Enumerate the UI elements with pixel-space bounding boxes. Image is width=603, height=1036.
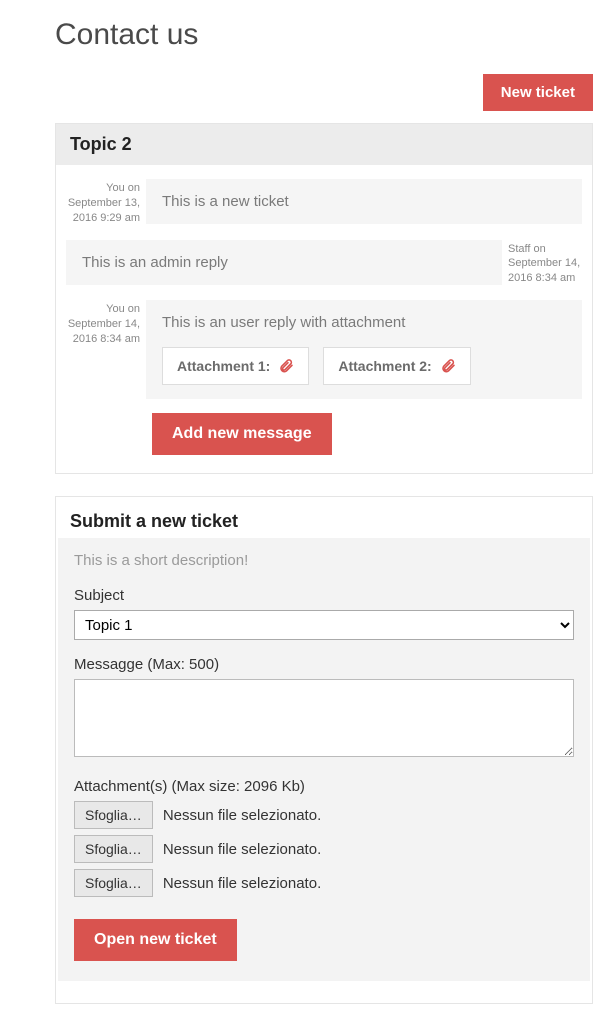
open-ticket-button[interactable]: Open new ticket	[74, 919, 237, 961]
message-row: This is an admin reply Staff on Septembe…	[66, 240, 582, 287]
message-author: You on	[66, 181, 140, 196]
subject-select[interactable]: Topic 1	[74, 610, 574, 640]
file-status: Nessun file selezionato.	[163, 807, 321, 824]
paperclip-icon	[278, 358, 294, 374]
message-meta: You on September 14, 2016 8:34 am	[66, 300, 146, 347]
attachment-chip[interactable]: Attachment 1:	[162, 347, 309, 385]
message-body: This is an admin reply	[66, 240, 502, 285]
message-textarea[interactable]	[74, 679, 574, 757]
file-status: Nessun file selezionato.	[163, 875, 321, 892]
message-row: You on September 13, 2016 9:29 am This i…	[66, 179, 582, 226]
message-date: September 14, 2016 8:34 am	[66, 317, 140, 347]
message-meta: Staff on September 14, 2016 8:34 am	[502, 240, 582, 287]
message-meta: You on September 13, 2016 9:29 am	[66, 179, 146, 226]
message-author: You on	[66, 302, 140, 317]
topbar: New ticket	[55, 74, 593, 111]
paperclip-icon	[440, 358, 456, 374]
file-row: Sfoglia… Nessun file selezionato.	[74, 869, 574, 897]
file-browse-button[interactable]: Sfoglia…	[74, 869, 153, 897]
ticket-thread-card: Topic 2 You on September 13, 2016 9:29 a…	[55, 123, 593, 474]
thread-topic-title: Topic 2	[56, 124, 592, 165]
message-date: September 13, 2016 9:29 am	[66, 196, 140, 226]
attachments-label: Attachment(s) (Max size: 2096 Kb)	[74, 778, 574, 795]
message-body: This is an user reply with attachment	[162, 314, 566, 331]
message-label: Messagge (Max: 500)	[74, 656, 574, 673]
attachment-label: Attachment 1:	[177, 358, 270, 374]
thread-actions: Add new message	[152, 413, 582, 455]
message-row: You on September 14, 2016 8:34 am This i…	[66, 300, 582, 399]
attachments-row: Attachment 1: Attachment 2:	[162, 347, 566, 385]
attachment-label: Attachment 2:	[338, 358, 431, 374]
message-author: Staff on	[508, 242, 582, 257]
file-row: Sfoglia… Nessun file selezionato.	[74, 801, 574, 829]
message-body-with-attachments: This is an user reply with attachment At…	[146, 300, 582, 399]
file-row: Sfoglia… Nessun file selezionato.	[74, 835, 574, 863]
new-ticket-button[interactable]: New ticket	[483, 74, 593, 111]
message-date: September 14, 2016 8:34 am	[508, 256, 582, 286]
file-status: Nessun file selezionato.	[163, 841, 321, 858]
new-ticket-form-card: Submit a new ticket This is a short desc…	[55, 496, 593, 1004]
add-message-button[interactable]: Add new message	[152, 413, 332, 455]
file-browse-button[interactable]: Sfoglia…	[74, 801, 153, 829]
form-title: Submit a new ticket	[56, 497, 592, 538]
form-description: This is a short description!	[74, 552, 574, 569]
attachment-chip[interactable]: Attachment 2:	[323, 347, 470, 385]
subject-label: Subject	[74, 587, 574, 604]
page-title: Contact us	[55, 18, 593, 52]
message-body: This is a new ticket	[146, 179, 582, 224]
file-browse-button[interactable]: Sfoglia…	[74, 835, 153, 863]
